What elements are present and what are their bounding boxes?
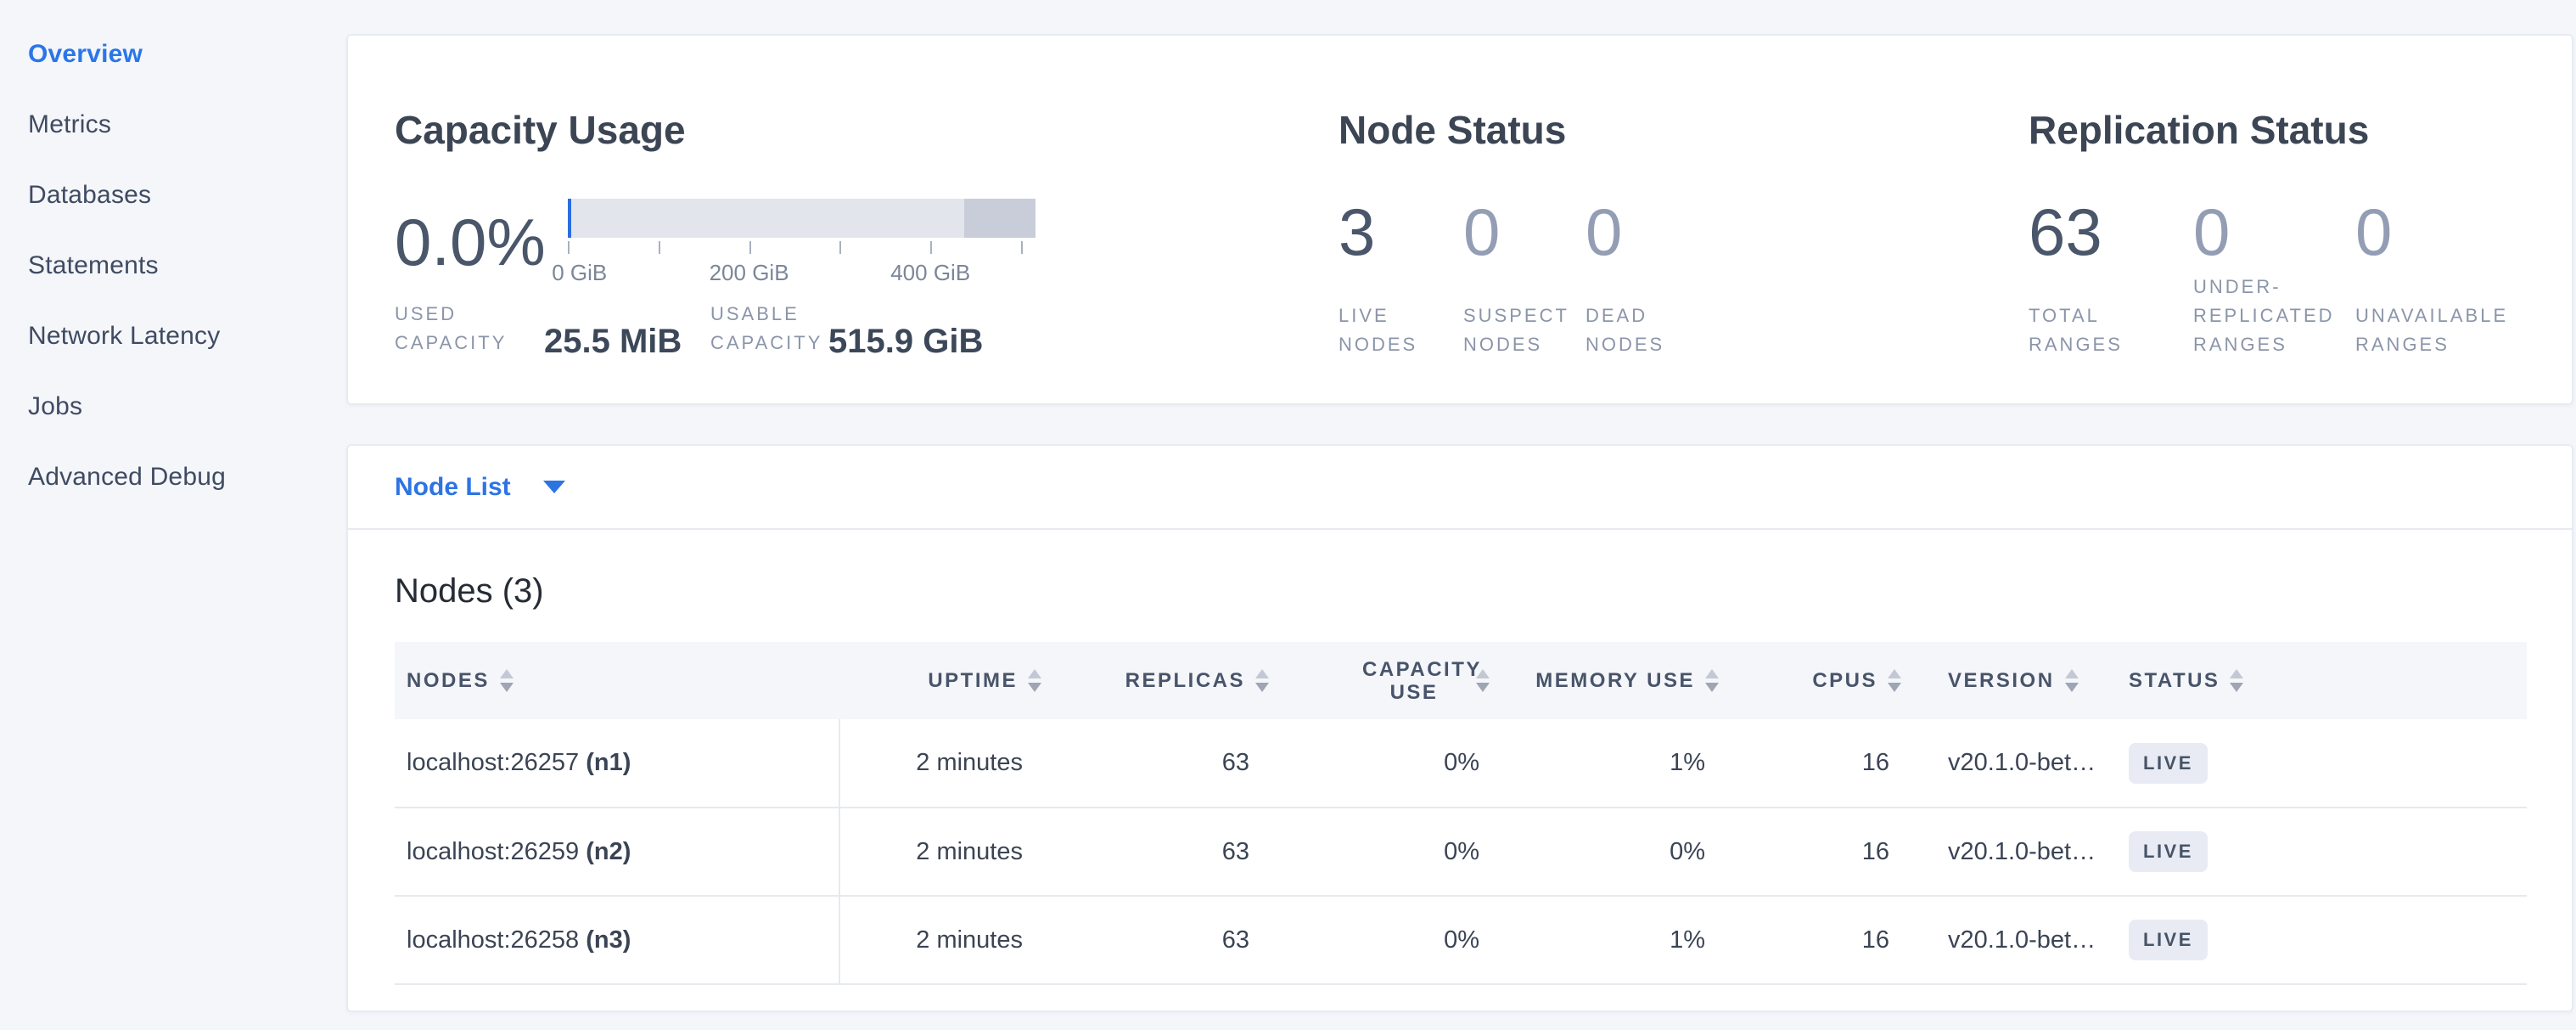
used-capacity-label: USED CAPACITY [395,300,544,359]
node-cpus: 16 [1719,808,1901,896]
node-replicas: 63 [1074,808,1277,896]
axis-label-400gib: 400 GiB [890,260,970,286]
capacity-footer: USED CAPACITY 25.5 MiB USABLE CAPACITY 5… [395,300,1339,359]
sort-icon[interactable] [500,669,514,692]
capacity-bar [568,199,1035,238]
status-badge: LIVE [2129,831,2208,872]
node-capacity-use: 0% [1277,719,1490,808]
dead-nodes-label: DEAD NODES [1585,301,1687,359]
nodes-table-header-row: NODES UPTIME REPLICAS CAPACITY USE [395,642,2527,719]
sort-icon[interactable] [1888,669,1901,692]
live-nodes-value: 3 [1339,199,1463,265]
sidebar-item-metrics[interactable]: Metrics [28,89,346,160]
capacity-bar-used-segment [568,199,571,238]
node-status-section: Node Status 3 0 0 LIVE NODES SUSPECT NOD… [1339,36,2029,403]
sidebar-item-overview[interactable]: Overview [28,19,346,89]
axis-label-200gib: 200 GiB [710,260,789,286]
column-header-status: STATUS [2129,669,2220,693]
cluster-summary-card: Capacity Usage 0.0% [346,34,2573,405]
sort-icon[interactable] [1028,669,1041,692]
main-content: Capacity Usage 0.0% [346,0,2576,1030]
replication-status-title: Replication Status [2029,109,2525,151]
sidebar-item-databases[interactable]: Databases [28,160,346,230]
dead-nodes-value: 0 [1585,199,2029,265]
node-version: v20.1.0-bet… [1901,719,2113,808]
node-capacity-use: 0% [1277,896,1490,984]
node-version: v20.1.0-bet… [1901,896,2113,984]
capacity-used-percent: 0.0% [395,209,544,275]
node-memory-use: 1% [1490,896,1719,984]
node-replicas: 63 [1074,719,1277,808]
node-memory-use: 0% [1490,808,1719,896]
node-list-dropdown-label: Node List [395,473,511,502]
column-header-nodes: NODES [407,669,490,693]
capacity-bar-chart: 0 GiB 200 GiB 400 GiB [568,199,1035,285]
status-badge: LIVE [2129,743,2208,784]
unavailable-ranges-value: 0 [2355,199,2525,265]
node-cpus: 16 [1719,719,1901,808]
node-address: localhost:26257 [407,749,579,776]
sidebar-item-jobs[interactable]: Jobs [28,371,346,442]
capacity-bar-nonusable-segment [964,199,1035,238]
unavailable-ranges-label: UNAVAILABLE RANGES [2355,301,2525,359]
column-header-memory-use: MEMORY USE [1535,669,1695,693]
sort-icon[interactable] [1705,669,1719,692]
node-capacity-use: 0% [1277,808,1490,896]
sidebar: Overview Metrics Databases Statements Ne… [0,0,346,1030]
node-version: v20.1.0-bet… [1901,808,2113,896]
node-cpus: 16 [1719,896,1901,984]
total-ranges-label: TOTAL RANGES [2029,301,2130,359]
under-replicated-ranges-label: UNDER-REPLICATED RANGES [2193,273,2342,359]
node-address: localhost:26258 [407,926,579,954]
node-uptime: 2 minutes [839,808,1074,896]
node-uptime: 2 minutes [839,896,1074,984]
sort-icon[interactable] [1255,669,1269,692]
node-uptime: 2 minutes [839,719,1074,808]
node-name: (n3) [586,926,631,954]
node-name: (n2) [586,838,631,865]
column-header-uptime: UPTIME [928,669,1018,693]
replication-status-section: Replication Status 63 0 0 TOTAL RANGES U… [2029,36,2525,403]
column-header-capacity-use: CAPACITY USE [1362,658,1466,704]
under-replicated-ranges-value: 0 [2193,199,2355,265]
node-memory-use: 1% [1490,719,1719,808]
node-list-dropdown[interactable]: Node List [348,446,2572,530]
total-ranges-value: 63 [2029,199,2193,265]
capacity-usage-title: Capacity Usage [395,109,1339,151]
nodes-section-title: Nodes (3) [395,572,2525,610]
column-header-cpus: CPUS [1812,669,1877,693]
capacity-axis-labels: 0 GiB 200 GiB 400 GiB [568,260,1035,285]
node-name: (n1) [586,749,631,776]
sidebar-item-statements[interactable]: Statements [28,230,346,301]
usable-capacity-label: USABLE CAPACITY [710,300,828,359]
nodes-table: NODES UPTIME REPLICAS CAPACITY USE [395,642,2527,985]
node-status-title: Node Status [1339,109,2029,151]
suspect-nodes-label: SUSPECT NODES [1463,301,1574,359]
live-nodes-label: LIVE NODES [1339,301,1440,359]
usable-capacity-value: 515.9 GiB [828,324,983,359]
sort-icon[interactable] [1476,669,1490,692]
capacity-usage-section: Capacity Usage 0.0% [395,36,1339,403]
table-row-node-3[interactable]: localhost:26258 (n3) 2 minutes 63 0% 1% … [395,896,2527,984]
node-list-card: Node List Nodes (3) NODES UPTIME [346,444,2573,1012]
column-header-replicas: REPLICAS [1125,669,1245,693]
sort-icon[interactable] [2230,669,2243,692]
table-row-node-1[interactable]: localhost:26257 (n1) 2 minutes 63 0% 1% … [395,719,2527,808]
column-header-version: VERSION [1948,669,2055,693]
chevron-down-icon [543,481,565,493]
sidebar-item-network-latency[interactable]: Network Latency [28,301,346,371]
node-replicas: 63 [1074,896,1277,984]
capacity-axis-ticks [568,241,1035,256]
table-row-node-2[interactable]: localhost:26259 (n2) 2 minutes 63 0% 0% … [395,808,2527,896]
node-address: localhost:26259 [407,838,579,865]
status-badge: LIVE [2129,920,2208,960]
sidebar-item-advanced-debug[interactable]: Advanced Debug [28,442,346,512]
axis-label-0gib: 0 GiB [552,260,607,286]
sort-icon[interactable] [2065,669,2079,692]
used-capacity-value: 25.5 MiB [544,324,710,359]
suspect-nodes-value: 0 [1463,199,1585,265]
